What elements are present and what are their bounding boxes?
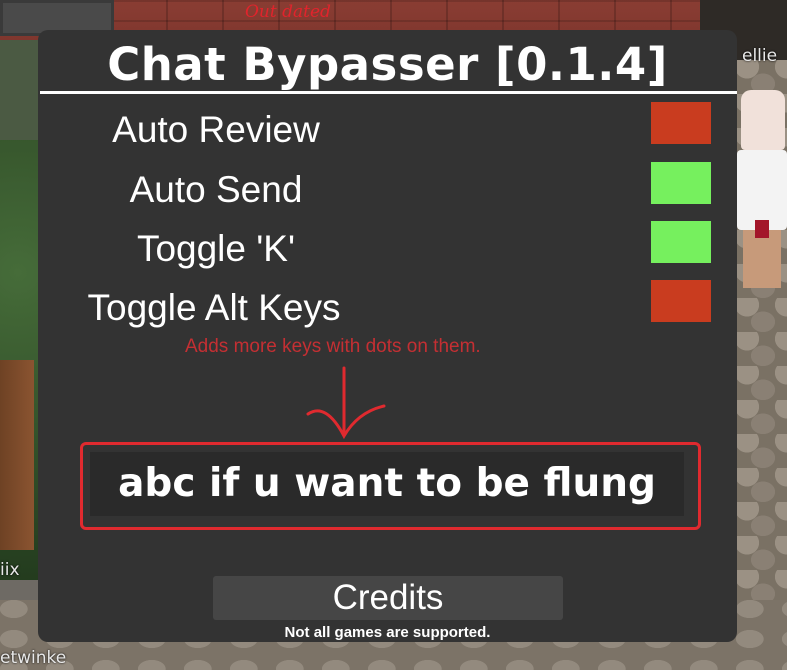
player-name-tag: etwinke [0,648,67,668]
outdated-annotation: Out dated [245,2,331,22]
down-arrow-icon [306,366,386,440]
wooden-post [0,360,34,550]
chat-bypasser-panel: Chat Bypasser [0.1.4] Auto Review Auto S… [38,30,737,642]
credits-button[interactable]: Credits [213,576,563,620]
support-notice: Not all games are supported. [284,624,491,641]
toggle-k-label: Toggle 'K' [136,228,296,269]
toggle-alt-keys-toggle[interactable] [651,280,711,322]
panel-title: Chat Bypasser [0.1.4] [107,38,668,91]
alt-keys-hint: Adds more keys with dots on them. [185,336,481,357]
auto-send-label: Auto Send [129,169,303,210]
toggle-alt-keys-label: Toggle Alt Keys [87,287,341,328]
player-avatar [737,90,787,290]
toggle-k-toggle[interactable] [651,221,711,263]
auto-send-toggle[interactable] [651,162,711,204]
player-name-tag: iix [0,560,20,580]
title-divider [40,91,737,94]
message-input[interactable] [90,452,684,516]
player-name-tag: ellie [742,46,778,66]
auto-review-toggle[interactable] [651,102,711,144]
auto-review-label: Auto Review [112,109,320,150]
